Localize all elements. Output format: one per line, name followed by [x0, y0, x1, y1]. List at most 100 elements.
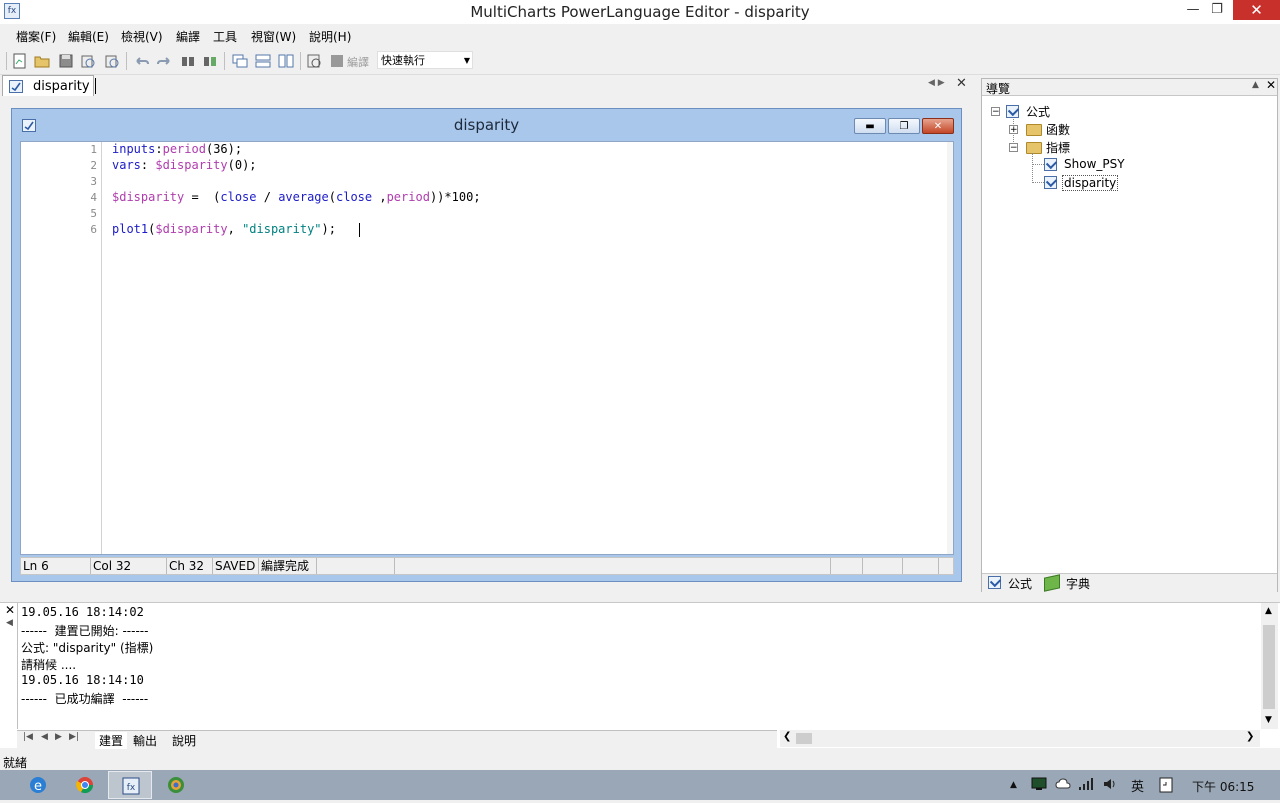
editor-status-bar: Ln 6 Col 32 Ch 32 SAVED 編譯完成 — [20, 557, 954, 575]
powerlanguage-icon: fx — [122, 777, 140, 795]
editor-scrollbar[interactable] — [947, 142, 953, 554]
print-icon[interactable] — [104, 53, 120, 69]
navigator-title: 導覽 — [986, 82, 1011, 96]
folder-open-icon — [1026, 142, 1042, 154]
tree-item-disparity[interactable]: disparity — [1062, 175, 1119, 191]
code-line[interactable]: inputs:period(36); — [112, 142, 242, 156]
line-number: 3 — [90, 175, 97, 188]
code-line[interactable]: plot1($disparity, "disparity"); — [112, 222, 336, 236]
menu-compile[interactable]: 編譯 — [176, 28, 200, 45]
undo-icon[interactable] — [134, 53, 150, 69]
menu-edit[interactable]: 編輯(E) — [68, 28, 109, 45]
build-log[interactable]: 19.05.16 18:14:02 ------ 建置已開始: ------ 公… — [17, 603, 1262, 729]
tab-build[interactable]: 建置 — [95, 732, 128, 749]
minimize-button[interactable]: — — [1182, 0, 1204, 20]
code-line[interactable]: $disparity = (close / average(close ,per… — [112, 190, 481, 204]
window-title: MultiCharts PowerLanguage Editor - dispa… — [470, 3, 810, 21]
network-icon[interactable] — [1078, 777, 1094, 791]
close-button[interactable]: ✕ — [1233, 0, 1280, 20]
menu-file[interactable]: 檔案(F) — [16, 28, 56, 45]
tab-dictionary[interactable]: 字典 — [1066, 575, 1090, 592]
open-folder-icon[interactable] — [34, 53, 50, 69]
toolbar-grip — [6, 52, 7, 70]
scroll-right-icon[interactable]: ❯ — [1246, 731, 1254, 742]
editor-minimize-button[interactable]: ▬ — [854, 118, 886, 134]
restore-button[interactable]: ❐ — [1206, 0, 1228, 20]
tree-collapse-icon[interactable]: − — [1009, 143, 1018, 153]
tree-root-formula[interactable]: 公式 — [1026, 103, 1050, 120]
status-empty-cell — [831, 558, 863, 574]
tree-connector — [1032, 164, 1044, 165]
ie-icon: e — [30, 777, 46, 794]
tab-next-icon[interactable]: ▶ — [55, 732, 62, 742]
formula-icon — [988, 576, 1001, 589]
tile-horizontal-icon[interactable] — [255, 53, 271, 69]
quick-run-dropdown[interactable]: 快速執行 ▼ — [377, 51, 473, 69]
clock[interactable]: 下午 06:15 — [1192, 778, 1254, 795]
log-line: ------ 建置已開始: ------ — [21, 624, 149, 638]
navigator-panel: 導覽 ▲ ✕ − 公式 + 函數 − 指標 Show_PSY disparity… — [981, 78, 1278, 592]
cascade-icon[interactable] — [232, 53, 248, 69]
taskbar-chrome[interactable] — [63, 771, 107, 799]
verify-icon[interactable] — [306, 53, 322, 69]
menu-help[interactable]: 說明(H) — [309, 28, 351, 45]
pin-icon[interactable]: ◀ — [6, 618, 13, 628]
pin-icon[interactable]: ▲ — [1252, 80, 1259, 90]
keyboard-icon[interactable] — [1158, 777, 1174, 793]
indicator-icon — [1044, 158, 1057, 171]
code-editor[interactable]: 1 2 3 4 5 6 inputs:period(36); vars: $di… — [20, 141, 954, 555]
tree-item-show-psy[interactable]: Show_PSY — [1064, 157, 1125, 171]
tree-item-indicators[interactable]: 指標 — [1046, 139, 1070, 156]
dropdown-arrow-icon[interactable]: ▼ — [464, 52, 470, 70]
output-vertical-scrollbar[interactable]: ▲ ▼ — [1261, 603, 1278, 729]
tab-output[interactable]: 輸出 — [133, 732, 157, 749]
tree-item-functions[interactable]: 函數 — [1046, 121, 1070, 138]
tab-scroll-arrows[interactable]: ◀ ▶ — [928, 78, 945, 88]
compile-icon[interactable] — [329, 53, 345, 69]
log-line: 請稍候 .... — [21, 658, 77, 672]
code-line[interactable]: vars: $disparity(0); — [112, 158, 257, 172]
menu-window[interactable]: 視窗(W) — [251, 28, 296, 45]
cloud-icon[interactable] — [1055, 777, 1071, 791]
tab-prev-icon[interactable]: ◀ — [41, 732, 48, 742]
navigator-close-icon[interactable]: ✕ — [1266, 78, 1276, 92]
tree-collapse-icon[interactable]: − — [991, 107, 1000, 117]
tab-last-icon[interactable]: ▶| — [69, 732, 79, 742]
multicharts-icon — [168, 777, 184, 793]
scroll-left-icon[interactable]: ❮ — [783, 731, 791, 742]
document-tab-strip: disparity — [0, 75, 972, 96]
status-empty-cell — [317, 558, 395, 574]
toolbar-separator — [300, 52, 301, 70]
tree-expand-icon[interactable]: + — [1009, 125, 1018, 135]
action-center-icon[interactable] — [1031, 777, 1047, 791]
tray-expand-icon[interactable]: ▲ — [1010, 780, 1017, 790]
tab-formula[interactable]: 公式 — [1008, 575, 1032, 592]
output-close-icon[interactable]: ✕ — [5, 603, 15, 617]
tab-disparity[interactable]: disparity — [2, 75, 96, 96]
editor-close-button[interactable]: ✕ — [922, 118, 954, 134]
save-all-icon[interactable] — [80, 53, 96, 69]
tab-first-icon[interactable]: |◀ — [23, 732, 33, 742]
menu-view[interactable]: 檢視(V) — [121, 28, 163, 45]
scroll-thumb[interactable] — [796, 733, 812, 744]
redo-icon[interactable] — [156, 53, 172, 69]
new-file-icon[interactable] — [12, 53, 28, 69]
menu-tools[interactable]: 工具 — [213, 28, 237, 45]
editor-restore-button[interactable]: ❐ — [888, 118, 920, 134]
output-horizontal-scrollbar[interactable]: ❮ ❯ — [780, 730, 1260, 747]
scroll-down-icon[interactable]: ▼ — [1265, 715, 1272, 725]
taskbar-multicharts[interactable] — [154, 771, 198, 799]
scroll-up-icon[interactable]: ▲ — [1265, 606, 1272, 616]
volume-icon[interactable] — [1102, 777, 1118, 791]
dictionary-icon — [1044, 574, 1060, 592]
save-icon[interactable] — [58, 53, 74, 69]
tab-help[interactable]: 說明 — [172, 732, 196, 749]
tile-vertical-icon[interactable] — [278, 53, 294, 69]
find-icon[interactable] — [180, 53, 196, 69]
tab-close-icon[interactable]: ✕ — [956, 76, 967, 91]
taskbar-powerlanguage[interactable]: fx — [108, 771, 152, 799]
replace-icon[interactable] — [202, 53, 218, 69]
ime-indicator[interactable]: 英 — [1131, 776, 1144, 795]
taskbar-ie[interactable]: e — [16, 771, 60, 799]
scroll-thumb[interactable] — [1263, 625, 1275, 709]
